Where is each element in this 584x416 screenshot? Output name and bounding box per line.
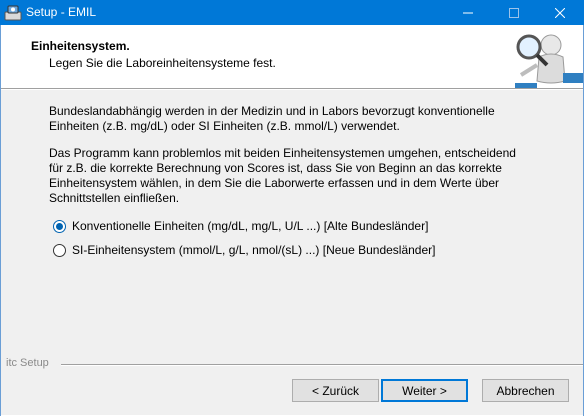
radio-label-si[interactable]: SI-Einheitensystem (mmol/L, g/L, nmol/(s…: [72, 243, 436, 257]
setup-app-icon: [4, 4, 22, 21]
cancel-button[interactable]: Abbrechen: [482, 379, 569, 402]
radio-button-si[interactable]: [53, 243, 66, 257]
footer-divider-highlight: [61, 365, 583, 366]
close-button[interactable]: [537, 0, 583, 25]
window-title: Setup - EMIL: [26, 5, 97, 19]
radio-option-si[interactable]: SI-Einheitensystem (mmol/L, g/L, nmol/(s…: [53, 242, 436, 258]
page-title: Einheitensystem.: [31, 39, 130, 53]
maximize-button[interactable]: [491, 0, 537, 25]
title-bar: Setup - EMIL: [0, 0, 584, 25]
page-subtitle: Legen Sie die Laboreinheitensysteme fest…: [49, 56, 276, 70]
wizard-header: Einheitensystem. Legen Sie die Laboreinh…: [1, 25, 583, 91]
intro-paragraph: Bundeslandabhängig werden in der Medizin…: [49, 104, 495, 133]
radio-label-conventional[interactable]: Konventionelle Einheiten (mg/dL, mg/L, U…: [72, 219, 428, 233]
maximize-icon: [509, 7, 519, 18]
back-button[interactable]: < Zurück: [292, 379, 379, 402]
next-button[interactable]: Weiter >: [381, 379, 468, 402]
minimize-button[interactable]: [445, 0, 491, 25]
wizard-body: Bundeslandabhängig werden in der Medizin…: [1, 90, 583, 415]
footer-brand-label: itc Setup: [6, 357, 53, 369]
close-icon: [555, 7, 565, 18]
wizard-magnifier-figure-icon: [507, 25, 583, 91]
radio-option-conventional[interactable]: Konventionelle Einheiten (mg/dL, mg/L, U…: [53, 218, 428, 234]
details-paragraph: Das Programm kann problemlos mit beiden …: [49, 146, 516, 205]
minimize-icon: [463, 12, 473, 13]
radio-button-conventional[interactable]: [53, 219, 66, 233]
